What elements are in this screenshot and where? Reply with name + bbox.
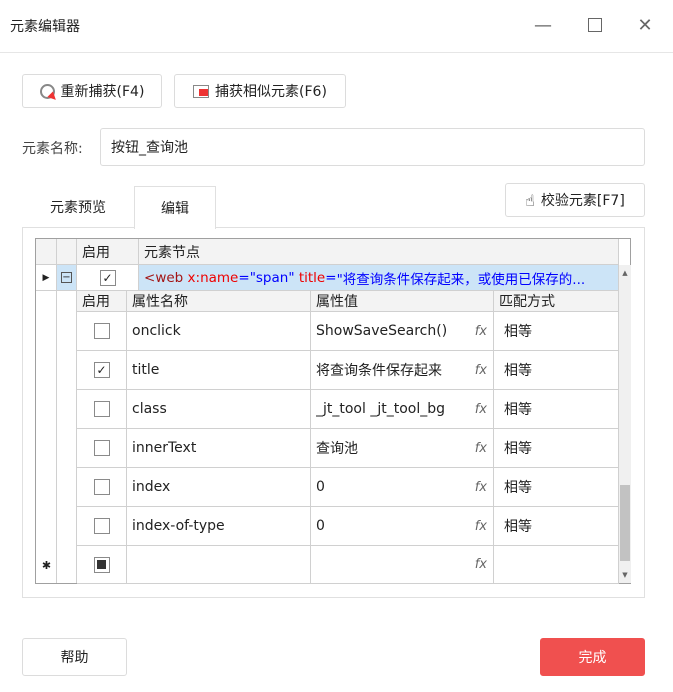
scrollbar-thumb[interactable] — [620, 485, 630, 561]
recapture-button[interactable]: 重新捕获(F4) — [22, 74, 162, 108]
sub-col-enabled-header[interactable]: 启用 — [77, 291, 127, 312]
node-eq: = — [238, 269, 250, 286]
node-attr1-prefix: x: — [187, 269, 201, 286]
row-header-corner — [36, 239, 57, 265]
attr-name-cell[interactable]: title — [127, 351, 311, 390]
row-gutter — [36, 291, 57, 583]
minimize-button[interactable]: — — [528, 10, 558, 40]
attr-enabled-checkbox[interactable]: ✓ — [93, 362, 110, 378]
row-indicator-icon: ▶ — [36, 265, 57, 291]
fx-icon[interactable]: fx — [475, 324, 487, 339]
element-name-label: 元素名称: — [22, 141, 83, 157]
attr-name-cell[interactable]: onclick — [127, 312, 311, 351]
attr-enabled-cell — [77, 507, 127, 546]
col-node-header[interactable]: 元素节点 — [139, 239, 619, 265]
attr-value-text: 查询池 — [316, 441, 358, 457]
new-row-name-cell[interactable] — [127, 546, 311, 584]
finish-button[interactable]: 完成 — [540, 638, 645, 676]
vertical-scrollbar[interactable]: ▲ ▼ — [619, 265, 631, 583]
attr-enabled-cell — [77, 429, 127, 468]
attr-value-text: _jt_tool _jt_tool_bg — [316, 401, 446, 417]
scroll-up-icon[interactable]: ▲ — [619, 269, 631, 277]
attr-value-text: 将查询条件保存起来 — [316, 363, 442, 379]
attr-name-cell[interactable]: index — [127, 468, 311, 507]
attr-match-cell[interactable]: 相等 — [494, 468, 619, 507]
node-attr1-value: "span" — [249, 269, 295, 286]
attr-name-cell[interactable]: class — [127, 390, 311, 429]
new-row-value-cell[interactable]: fx — [311, 546, 494, 584]
attr-name-cell[interactable]: innerText — [127, 429, 311, 468]
attr-enabled-checkbox[interactable] — [93, 323, 110, 339]
attr-match-cell[interactable]: 相等 — [494, 390, 619, 429]
fx-icon[interactable]: fx — [475, 480, 487, 495]
fx-icon[interactable]: fx — [475, 557, 487, 572]
fx-icon[interactable]: fx — [475, 441, 487, 456]
attr-value-cell[interactable]: 0 fx — [311, 468, 494, 507]
node-attr2-name: title — [298, 269, 326, 286]
attr-match-cell[interactable]: 相等 — [494, 312, 619, 351]
attr-enabled-cell — [77, 390, 127, 429]
maximize-button[interactable] — [580, 10, 610, 40]
node-enabled-cell: ✓ — [77, 265, 139, 291]
node-enabled-checkbox[interactable]: ✓ — [99, 269, 116, 286]
attr-value-text: 0 — [316, 479, 325, 495]
new-row-checkbox[interactable] — [93, 556, 110, 573]
element-grid: 启用 元素节点 ▶ − ✓ < web x: name = "span" title = "… — [35, 238, 631, 584]
minimize-icon: — — [534, 14, 552, 36]
attr-enabled-cell — [77, 468, 127, 507]
window-title: 元素编辑器 — [10, 19, 80, 35]
attr-value-cell[interactable]: ShowSaveSearch() fx — [311, 312, 494, 351]
help-button[interactable]: 帮助 — [22, 638, 127, 676]
similar-elements-icon — [193, 84, 210, 98]
node-tag: web — [155, 269, 184, 286]
title-divider — [0, 52, 673, 53]
maximize-icon — [588, 18, 602, 32]
node-attr1-name: name — [200, 269, 239, 286]
node-attr2-value: "将查询条件保存起来，或使用已保存的... — [336, 271, 586, 288]
attr-value-text: 0 — [316, 518, 325, 534]
new-row-enabled-cell — [77, 546, 127, 584]
fx-icon[interactable]: fx — [475, 402, 487, 417]
attr-value-text: ShowSaveSearch() — [316, 323, 448, 339]
tab-edit[interactable]: 编辑 — [134, 186, 216, 229]
attr-value-cell[interactable]: _jt_tool _jt_tool_bg fx — [311, 390, 494, 429]
attr-enabled-checkbox[interactable] — [93, 401, 110, 417]
fx-icon[interactable]: fx — [475, 363, 487, 378]
node-cell[interactable]: < web x: name = "span" title = "将查询条件保存起来，或使用已… — [139, 265, 619, 291]
attr-name-cell[interactable]: index-of-type — [127, 507, 311, 546]
attr-value-cell[interactable]: 将查询条件保存起来 fx — [311, 351, 494, 390]
sub-col-name-header[interactable]: 属性名称 — [127, 291, 311, 312]
attr-value-cell[interactable]: 0 fx — [311, 507, 494, 546]
new-row-icon: ✱ — [41, 558, 52, 572]
new-row-match-cell[interactable] — [494, 546, 619, 584]
capture-similar-button[interactable]: 捕获相似元素(F6) — [174, 74, 346, 108]
close-icon: ✕ — [637, 14, 653, 36]
attr-enabled-cell: ✓ — [77, 351, 127, 390]
node-lt: < — [144, 269, 156, 286]
hand-pointer-icon: ☝ — [525, 190, 535, 210]
scroll-down-icon[interactable]: ▼ — [619, 571, 631, 579]
attr-match-cell[interactable]: 相等 — [494, 507, 619, 546]
attr-enabled-checkbox[interactable] — [93, 479, 110, 495]
attr-value-cell[interactable]: 查询池 fx — [311, 429, 494, 468]
sub-col-match-header[interactable]: 匹配方式 — [494, 291, 619, 312]
target-icon — [39, 83, 59, 103]
attr-enabled-checkbox[interactable] — [93, 518, 110, 534]
minus-box-icon: − — [61, 271, 72, 283]
fx-icon[interactable]: fx — [475, 519, 487, 534]
close-button[interactable]: ✕ — [630, 10, 660, 40]
col-enabled-header[interactable]: 启用 — [77, 239, 139, 265]
element-name-input[interactable]: 按钮_查询池 — [100, 128, 645, 166]
expand-header — [57, 239, 77, 265]
indent-gutter — [57, 291, 77, 583]
sub-col-value-header[interactable]: 属性值 — [311, 291, 494, 312]
attr-match-cell[interactable]: 相等 — [494, 351, 619, 390]
attr-enabled-checkbox[interactable] — [93, 440, 110, 456]
tab-preview[interactable]: 元素预览 — [22, 186, 134, 228]
collapse-button[interactable]: − — [57, 265, 77, 291]
attr-match-cell[interactable]: 相等 — [494, 429, 619, 468]
attr-enabled-cell — [77, 312, 127, 351]
validate-element-button[interactable]: ☝ 校验元素[F7] — [505, 183, 645, 217]
